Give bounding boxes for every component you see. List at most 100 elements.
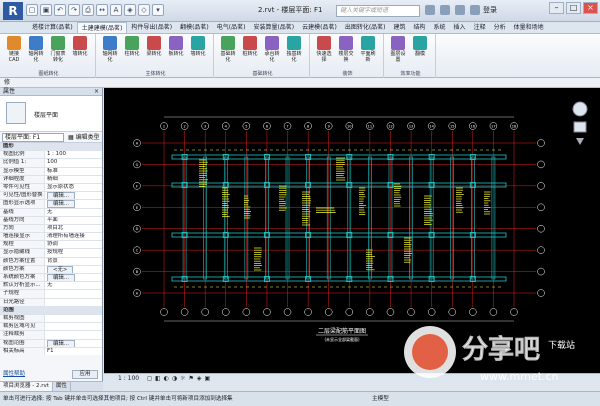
tab-1[interactable]: 土建建模(品茗) [77, 22, 128, 33]
property-value[interactable] [44, 143, 102, 150]
property-value[interactable]: 清理所有墙连接 [44, 233, 102, 240]
property-value[interactable] [44, 323, 102, 330]
ribbon-button-2-2[interactable]: 承台转化 [263, 36, 281, 63]
steering-wheel-icon[interactable] [573, 102, 587, 116]
search-input[interactable]: 键入关键字或短语 [336, 5, 420, 17]
property-row[interactable]: 显示隐藏线 按规程 [0, 249, 102, 257]
app-logo-icon[interactable]: R [3, 2, 23, 20]
open-icon[interactable]: ▢ [26, 4, 38, 16]
property-value[interactable]: 精细 [44, 176, 102, 183]
property-row[interactable]: 基线方向 平面 [0, 217, 102, 225]
property-value[interactable] [44, 290, 102, 297]
property-value[interactable]: 无 [44, 282, 102, 289]
property-value[interactable] [44, 299, 102, 306]
star-icon[interactable] [470, 5, 480, 15]
selector-bar[interactable]: 修 [0, 78, 600, 88]
property-row[interactable]: 基线 无 [0, 209, 102, 217]
property-row[interactable]: 墙连接显示 清理所有墙连接 [0, 233, 102, 241]
property-value[interactable]: 标准 [44, 168, 102, 175]
property-row[interactable]: 详细程度 精细 [0, 176, 102, 184]
save-icon[interactable]: ▣ [40, 4, 52, 16]
print-icon[interactable]: ⎙ [82, 4, 94, 16]
ribbon-button-0-2[interactable]: 门窗表转化 [49, 36, 67, 63]
property-value[interactable]: 协调 [44, 241, 102, 248]
panel-tab-0[interactable]: 项目浏览器 - 2.rvt [0, 382, 53, 391]
drawing-canvas[interactable]: 1 2 3 4 5 6 7 8 9 10 11 12 13 14 15 16 17 18 H G F E D C B A 二层梁配筋… [104, 88, 600, 373]
communication-icon[interactable] [455, 5, 465, 15]
tab-8[interactable]: 建筑 [390, 22, 410, 33]
active-model[interactable]: 主模型 [372, 392, 389, 406]
tab-5[interactable]: 安装算量(品茗) [249, 22, 298, 33]
tab-4[interactable]: 电气(品茗) [213, 22, 250, 33]
property-value[interactable]: 编辑... [44, 192, 102, 199]
ribbon-button-2-1[interactable]: 桩转化 [241, 36, 259, 57]
property-value[interactable]: 编辑... [44, 274, 102, 281]
property-row[interactable]: 视图比例 1 : 100 [0, 151, 102, 159]
subscription-icon[interactable] [440, 5, 450, 15]
property-value[interactable]: 1 : 100 [44, 151, 102, 158]
property-row[interactable]: 可见性/图形替换 编辑... [0, 192, 102, 200]
property-value[interactable]: F1 [44, 348, 102, 355]
tab-2[interactable]: 构件导出(品茗) [127, 22, 176, 33]
property-value[interactable] [44, 307, 102, 314]
property-row[interactable]: 裁剪视图 [0, 315, 102, 323]
property-edit-button[interactable]: 编辑... [47, 200, 75, 207]
property-row[interactable]: 裁剪区域可见 [0, 323, 102, 331]
property-row[interactable]: 比例值 1: 100 [0, 159, 102, 167]
measure-icon[interactable]: ↔ [96, 4, 108, 16]
property-value[interactable]: 按规程 [44, 249, 102, 256]
property-row[interactable]: 规程 协调 [0, 241, 102, 249]
property-value[interactable] [44, 331, 102, 338]
apply-button[interactable]: 应用 [72, 370, 98, 379]
tab-10[interactable]: 系统 [430, 22, 450, 33]
property-category[interactable]: 图形 [0, 143, 102, 151]
tab-13[interactable]: 分析 [490, 22, 510, 33]
property-row[interactable]: 方向 项目北 [0, 225, 102, 233]
tab-3[interactable]: 翻模(品茗) [176, 22, 213, 33]
property-row[interactable]: 子规程 [0, 290, 102, 298]
search-icon[interactable] [425, 5, 435, 15]
maximize-icon[interactable]: □ [566, 2, 581, 14]
property-value[interactable]: 编辑... [44, 200, 102, 207]
property-value[interactable]: 编辑... [44, 340, 102, 347]
close-icon[interactable]: × [583, 2, 598, 14]
property-row[interactable]: 颜色方案位置 背景 [0, 258, 102, 266]
property-row[interactable]: 零件可见性 显示原状态 [0, 184, 102, 192]
tab-7[interactable]: 出图转化(品茗) [341, 22, 390, 33]
property-edit-button[interactable]: 编辑... [47, 192, 75, 199]
dropdown-icon[interactable]: ▾ [152, 4, 164, 16]
property-category[interactable]: 范围 [0, 307, 102, 315]
ribbon-button-1-2[interactable]: 梁转化 [145, 36, 163, 57]
text-icon[interactable]: A [110, 4, 122, 16]
property-value[interactable] [44, 315, 102, 322]
property-row[interactable]: 系统颜色方案 编辑... [0, 274, 102, 282]
sign-in-link[interactable]: 登录 [483, 5, 497, 15]
section-icon[interactable]: ◇ [138, 4, 150, 16]
ribbon-button-4-0[interactable]: 图层设置 [389, 36, 407, 63]
ribbon-button-4-1[interactable]: 翻模 [411, 36, 429, 57]
property-edit-button[interactable]: 编辑... [47, 274, 75, 281]
ribbon-button-1-1[interactable]: 柱转化 [123, 36, 141, 57]
property-row[interactable]: 颜色方案 <无> [0, 266, 102, 274]
panel-tab-1[interactable]: 属性 [53, 382, 71, 391]
property-row[interactable]: 默认分析显示... 无 [0, 282, 102, 290]
property-row[interactable]: 视图范围 编辑... [0, 340, 102, 348]
3d-view-icon[interactable]: ◈ [124, 4, 136, 16]
property-row[interactable]: 显示模型 标准 [0, 168, 102, 176]
properties-help-link[interactable]: 属性帮助 [3, 369, 25, 377]
tab-11[interactable]: 插入 [450, 22, 470, 33]
property-value[interactable]: 项目北 [44, 225, 102, 232]
view-scale[interactable]: 1 : 100 [118, 375, 139, 382]
property-value[interactable]: <无> [44, 266, 102, 273]
close-icon[interactable]: × [94, 88, 99, 95]
redo-icon[interactable]: ↷ [68, 4, 80, 16]
minimize-icon[interactable]: – [549, 2, 564, 14]
tab-6[interactable]: 云建模(品茗) [298, 22, 341, 33]
ribbon-button-1-0[interactable]: 轴网转化 [101, 36, 119, 63]
undo-icon[interactable]: ↶ [54, 4, 66, 16]
ribbon-button-2-0[interactable]: 基础转化 [219, 36, 237, 63]
property-value[interactable]: 背景 [44, 258, 102, 265]
instance-filter-dropdown[interactable]: 楼层平面: F1 [2, 133, 64, 142]
property-value[interactable]: 显示原状态 [44, 184, 102, 191]
tab-14[interactable]: 体量和场地 [510, 22, 548, 33]
